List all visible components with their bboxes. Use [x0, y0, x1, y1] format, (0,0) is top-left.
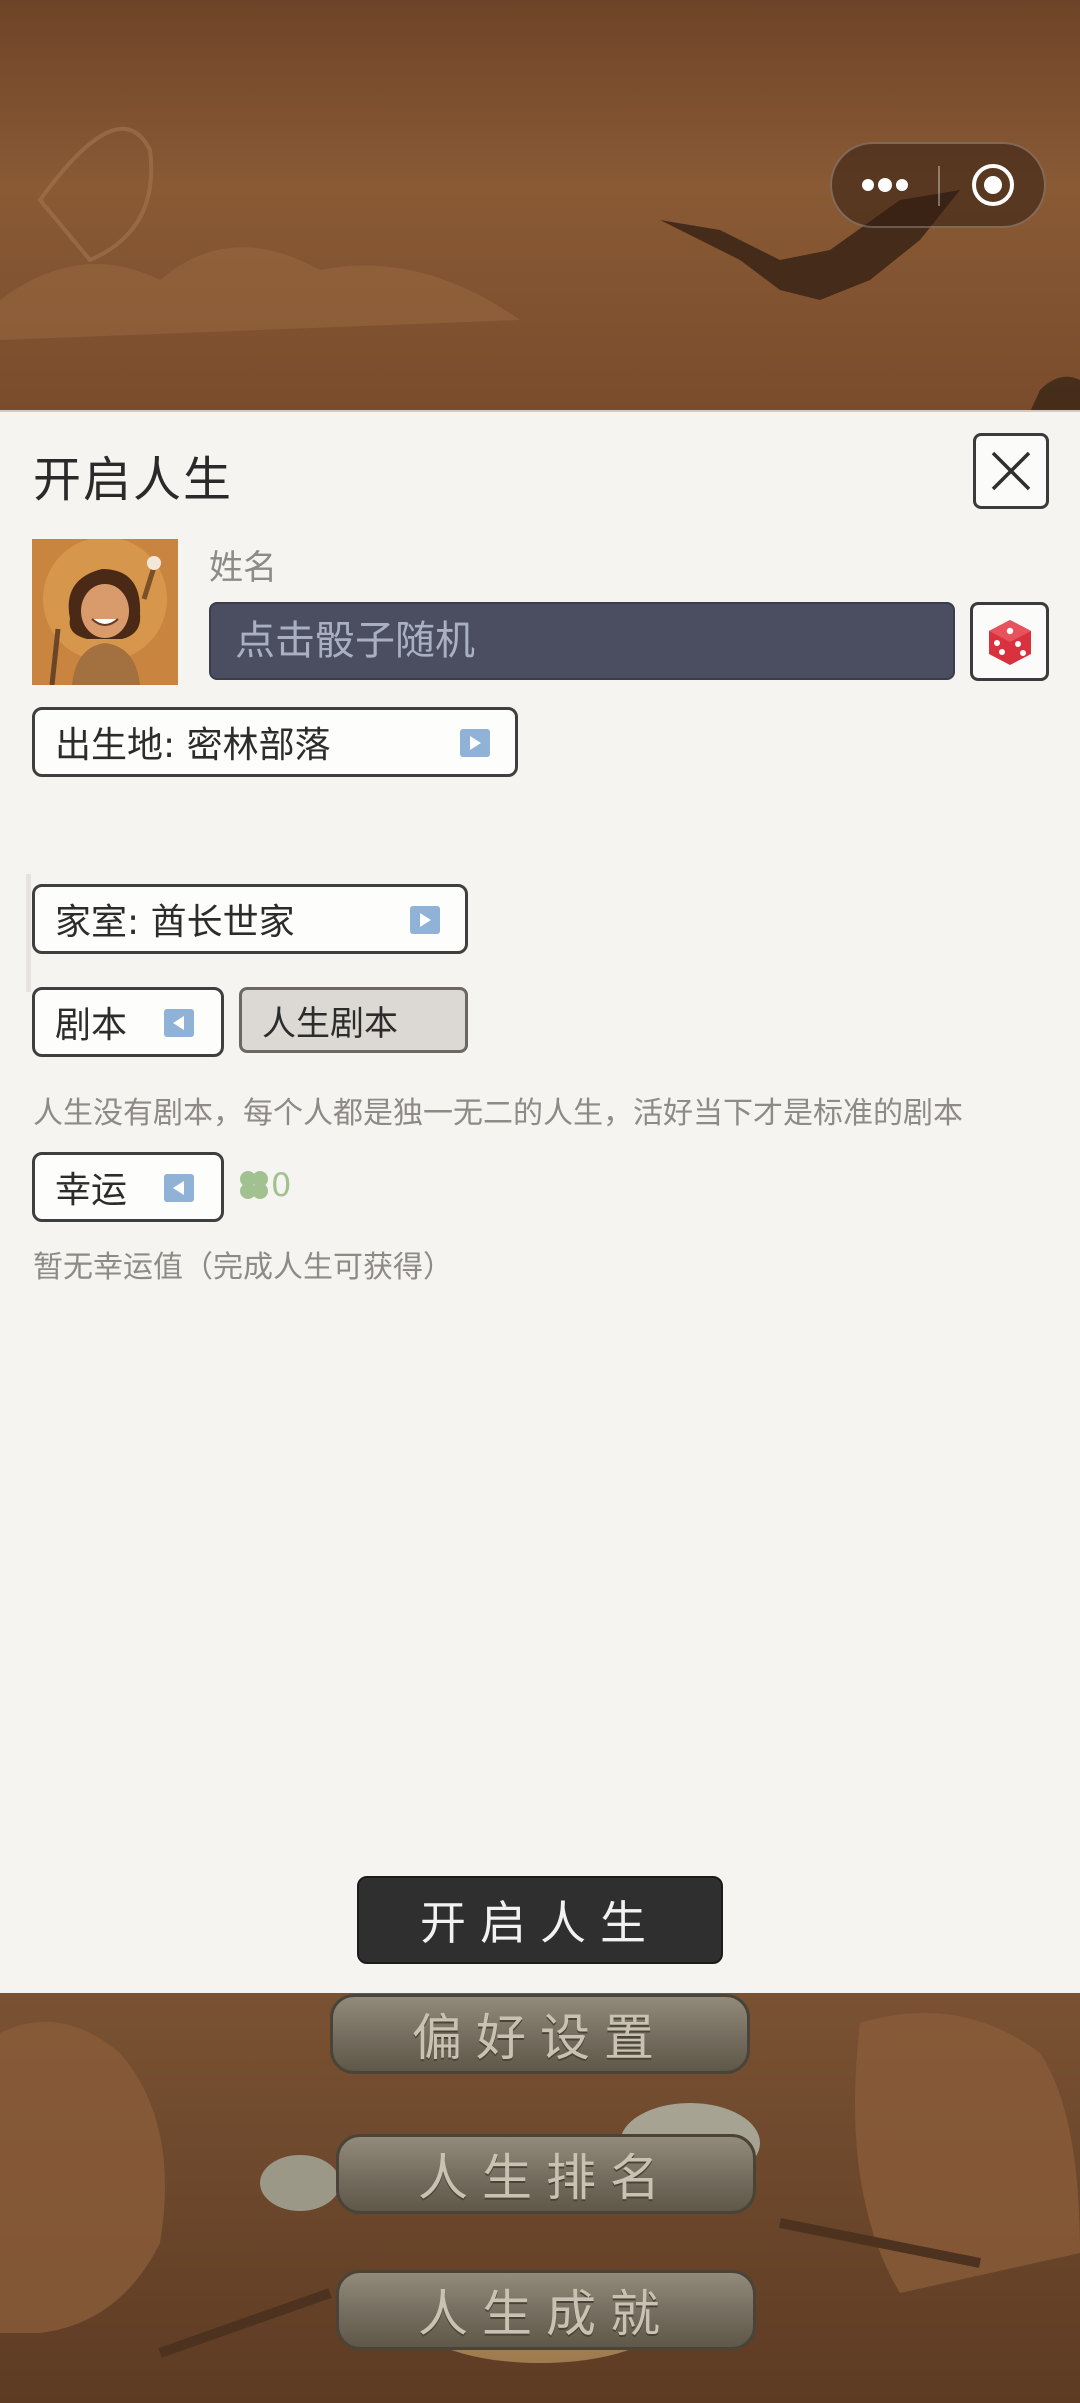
close-button[interactable]: [973, 433, 1049, 509]
play-left-icon: [164, 1009, 194, 1037]
script-toggle[interactable]: 剧本: [32, 987, 224, 1057]
name-label: 姓名: [209, 548, 277, 588]
clover-icon: [240, 1171, 268, 1199]
dice-button[interactable]: [970, 602, 1049, 681]
more-dots-icon[interactable]: [832, 144, 938, 226]
name-input[interactable]: 点击骰子随机: [209, 602, 955, 680]
target-circle-icon[interactable]: [940, 144, 1046, 226]
miniapp-capsule: [830, 142, 1046, 228]
background-top-scene: [0, 0, 1080, 412]
decor-divider: [26, 874, 31, 992]
ranking-button[interactable]: 人生排名: [336, 2134, 756, 2214]
character-avatar: [32, 539, 178, 685]
luck-value: 0: [237, 1166, 291, 1204]
luck-toggle[interactable]: 幸运: [32, 1152, 224, 1222]
script-description: 人生没有剧本，每个人都是独一无二的人生，活好当下才是标准的剧本: [33, 1096, 963, 1131]
start-life-button[interactable]: 开启人生: [357, 1876, 723, 1964]
preferences-button[interactable]: 偏好设置: [330, 1994, 750, 2074]
play-left-icon: [164, 1174, 194, 1202]
script-value-tag[interactable]: 人生剧本: [239, 987, 468, 1053]
family-label: 家室: 酋长世家: [55, 902, 295, 943]
panel-title: 开启人生: [33, 452, 234, 508]
birthplace-selector[interactable]: 出生地: 密林部落: [32, 707, 518, 777]
close-x-icon: [991, 451, 1031, 491]
family-selector[interactable]: 家室: 酋长世家: [32, 884, 468, 954]
play-right-icon: [410, 906, 440, 934]
start-life-panel: 开启人生 姓名 点击骰子随机 出生地: 密林部落 家室: 酋长世家 剧本 人生剧…: [0, 410, 1080, 1994]
play-right-icon: [460, 729, 490, 757]
luck-number: 0: [271, 1166, 292, 1204]
luck-label: 幸运: [55, 1170, 128, 1211]
birthplace-label: 出生地: 密林部落: [55, 725, 331, 766]
script-label: 剧本: [55, 1005, 128, 1046]
luck-description: 暂无幸运值（完成人生可获得）: [33, 1250, 453, 1285]
dice-icon: [988, 619, 1031, 665]
achievements-button[interactable]: 人生成就: [336, 2270, 756, 2350]
